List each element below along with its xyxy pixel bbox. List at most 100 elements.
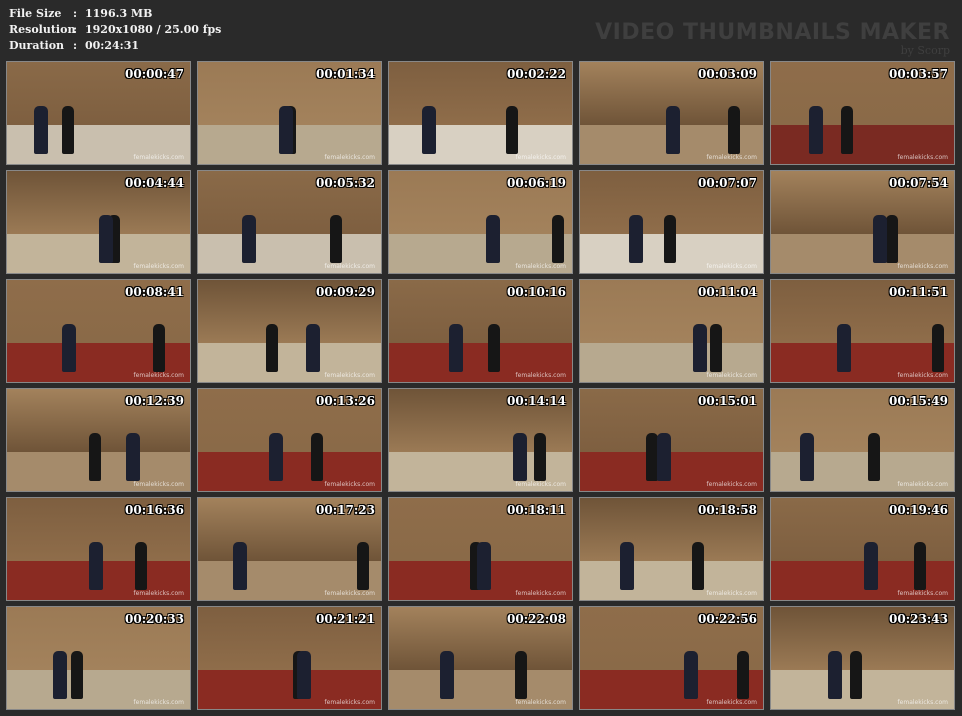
video-thumbnail[interactable]: 00:23:43 femalekicks.com [770, 606, 955, 710]
figure-silhouette [241, 214, 256, 263]
thumbnail-timestamp: 00:01:34 [316, 67, 375, 81]
figure-silhouette [278, 105, 293, 154]
figure-silhouette [629, 214, 644, 263]
thumbnail-timestamp: 00:15:01 [698, 394, 757, 408]
thumbnail-timestamp: 00:03:09 [698, 67, 757, 81]
thumbnail-watermark: femalekicks.com [133, 699, 184, 706]
thumbnail-timestamp: 00:22:08 [507, 612, 566, 626]
figure-silhouette [867, 432, 880, 481]
thumbnail-watermark: femalekicks.com [324, 372, 375, 379]
thumbnail-timestamp: 00:21:21 [316, 612, 375, 626]
thumbnail-watermark: femalekicks.com [706, 372, 757, 379]
thumbnail-watermark: femalekicks.com [515, 154, 566, 161]
video-thumbnail[interactable]: 00:03:09 femalekicks.com [579, 61, 764, 165]
thumbnail-watermark: femalekicks.com [706, 699, 757, 706]
figure-silhouette [886, 214, 899, 263]
video-thumbnail[interactable]: 00:02:22 femalekicks.com [388, 61, 573, 165]
brand-subtitle: by Scorp [900, 44, 950, 57]
figure-silhouette [691, 541, 704, 590]
duration-label: Duration [9, 39, 65, 52]
figure-silhouette [153, 323, 166, 372]
figure-silhouette [693, 323, 708, 372]
figure-silhouette [135, 541, 148, 590]
video-thumbnail[interactable]: 00:13:26 femalekicks.com [197, 388, 382, 492]
thumbnail-watermark: femalekicks.com [706, 154, 757, 161]
figure-silhouette [932, 323, 945, 372]
thumbnail-watermark: femalekicks.com [515, 372, 566, 379]
thumbnail-timestamp: 00:06:19 [507, 176, 566, 190]
video-thumbnail[interactable]: 00:07:07 femalekicks.com [579, 170, 764, 274]
thumbnail-timestamp: 00:16:36 [125, 503, 184, 517]
file-size-value: 1196.3 MB [85, 7, 153, 20]
thumbnail-watermark: femalekicks.com [324, 154, 375, 161]
figure-silhouette [269, 432, 284, 481]
video-thumbnail[interactable]: 00:05:32 femalekicks.com [197, 170, 382, 274]
figure-silhouette [506, 105, 519, 154]
video-thumbnail[interactable]: 00:21:21 femalekicks.com [197, 606, 382, 710]
video-thumbnail[interactable]: 00:06:19 femalekicks.com [388, 170, 573, 274]
video-thumbnail[interactable]: 00:11:51 femalekicks.com [770, 279, 955, 383]
figure-silhouette [232, 541, 247, 590]
thumbnail-timestamp: 00:18:11 [507, 503, 566, 517]
thumbnail-timestamp: 00:07:07 [698, 176, 757, 190]
figure-silhouette [513, 432, 528, 481]
video-thumbnail[interactable]: 00:20:33 femalekicks.com [6, 606, 191, 710]
video-thumbnail[interactable]: 00:22:08 femalekicks.com [388, 606, 573, 710]
figure-silhouette [71, 650, 84, 699]
figure-silhouette [533, 432, 546, 481]
thumbnail-timestamp: 00:15:49 [889, 394, 948, 408]
video-thumbnail[interactable]: 00:19:46 femalekicks.com [770, 497, 955, 601]
figure-silhouette [125, 432, 140, 481]
thumbnail-watermark: femalekicks.com [515, 481, 566, 488]
duration-value: 00:24:31 [85, 39, 140, 52]
video-thumbnail[interactable]: 00:00:47 femalekicks.com [6, 61, 191, 165]
thumbnail-watermark: femalekicks.com [133, 372, 184, 379]
figure-silhouette [809, 105, 824, 154]
thumbnail-timestamp: 00:18:58 [698, 503, 757, 517]
video-thumbnail[interactable]: 00:17:23 femalekicks.com [197, 497, 382, 601]
thumbnail-timestamp: 00:13:26 [316, 394, 375, 408]
video-thumbnail[interactable]: 00:15:49 femalekicks.com [770, 388, 955, 492]
video-thumbnail[interactable]: 00:10:16 femalekicks.com [388, 279, 573, 383]
figure-silhouette [664, 214, 677, 263]
figure-silhouette [98, 214, 113, 263]
video-thumbnail[interactable]: 00:01:34 femalekicks.com [197, 61, 382, 165]
video-thumbnail[interactable]: 00:11:04 femalekicks.com [579, 279, 764, 383]
figure-silhouette [487, 323, 500, 372]
figure-silhouette [836, 323, 851, 372]
thumbnail-watermark: femalekicks.com [324, 699, 375, 706]
video-thumbnail[interactable]: 00:04:44 femalekicks.com [6, 170, 191, 274]
figure-silhouette [305, 323, 320, 372]
video-thumbnail[interactable]: 00:14:14 femalekicks.com [388, 388, 573, 492]
video-thumbnail[interactable]: 00:12:39 femalekicks.com [6, 388, 191, 492]
figure-silhouette [656, 432, 671, 481]
video-thumbnail[interactable]: 00:03:57 femalekicks.com [770, 61, 955, 165]
video-thumbnail[interactable]: 00:18:58 femalekicks.com [579, 497, 764, 601]
thumbnail-timestamp: 00:08:41 [125, 285, 184, 299]
video-thumbnail[interactable]: 00:15:01 femalekicks.com [579, 388, 764, 492]
thumbnail-grid: 00:00:47 femalekicks.com 00:01:34 femalekic… [6, 61, 958, 711]
resolution-value: 1920x1080 / 25.00 fps [85, 23, 222, 36]
thumbnail-watermark: femalekicks.com [515, 590, 566, 597]
file-size-colon: : [73, 7, 78, 20]
thumbnail-timestamp: 00:20:33 [125, 612, 184, 626]
figure-silhouette [737, 650, 750, 699]
video-thumbnail[interactable]: 00:08:41 femalekicks.com [6, 279, 191, 383]
thumbnail-watermark: femalekicks.com [133, 590, 184, 597]
thumbnail-watermark: femalekicks.com [515, 699, 566, 706]
figure-silhouette [449, 323, 464, 372]
video-thumbnail[interactable]: 00:09:29 femalekicks.com [197, 279, 382, 383]
figure-silhouette [421, 105, 436, 154]
figure-silhouette [485, 214, 500, 263]
video-thumbnail[interactable]: 00:22:56 femalekicks.com [579, 606, 764, 710]
thumbnail-timestamp: 00:02:22 [507, 67, 566, 81]
thumbnail-timestamp: 00:07:54 [889, 176, 948, 190]
video-thumbnail[interactable]: 00:07:54 femalekicks.com [770, 170, 955, 274]
figure-silhouette [849, 650, 862, 699]
resolution-label: Resolution [9, 23, 76, 36]
video-thumbnail[interactable]: 00:18:11 femalekicks.com [388, 497, 573, 601]
figure-silhouette [684, 650, 699, 699]
video-thumbnail[interactable]: 00:16:36 femalekicks.com [6, 497, 191, 601]
thumbnail-timestamp: 00:11:51 [889, 285, 948, 299]
figure-silhouette [357, 541, 370, 590]
